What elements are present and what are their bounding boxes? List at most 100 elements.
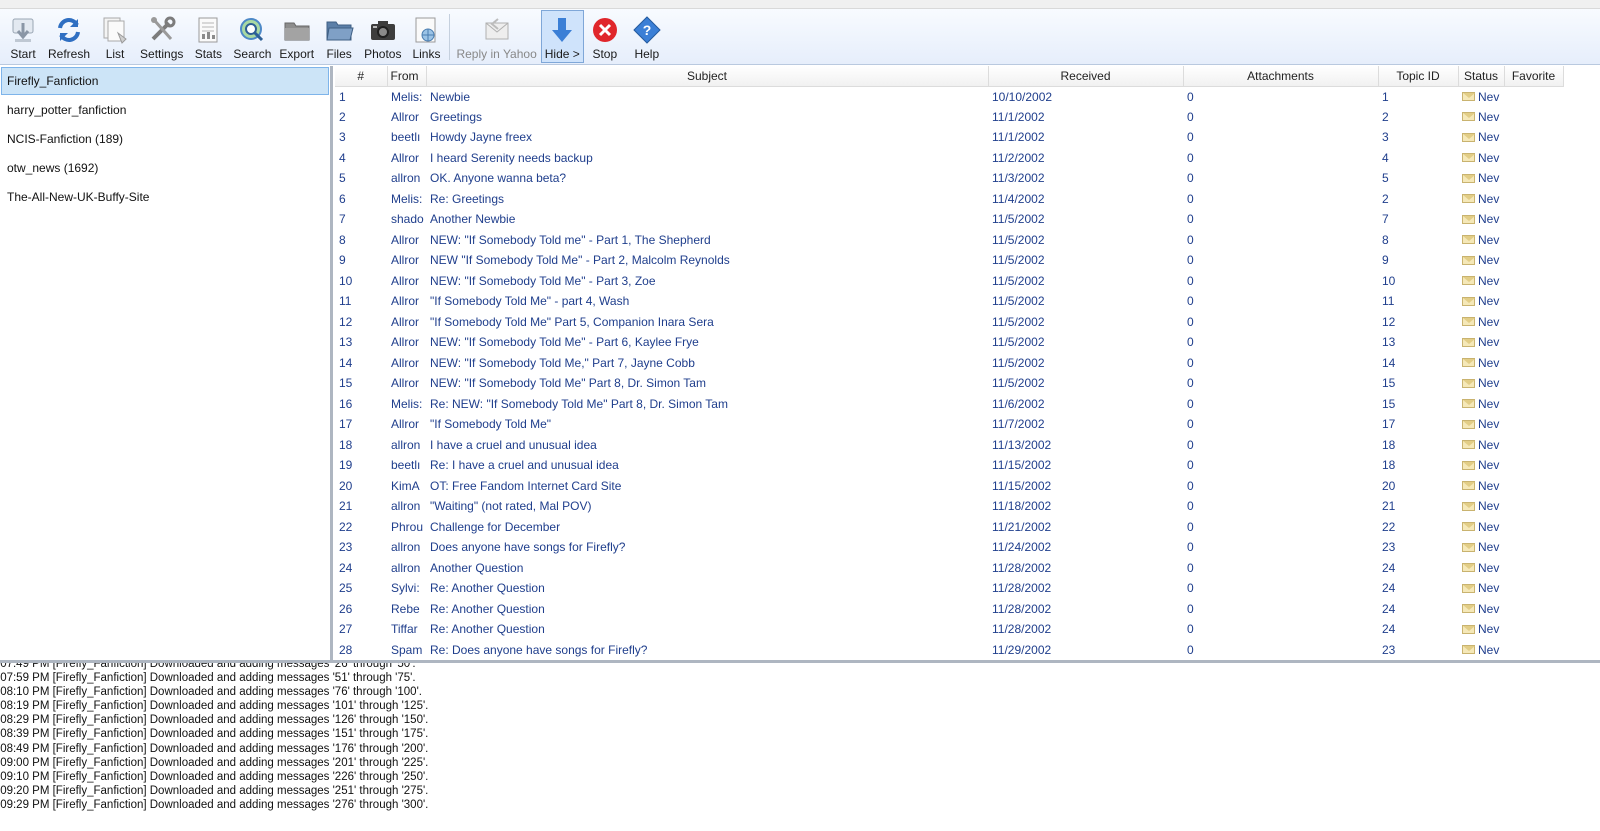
favorite-cell[interactable]: [1504, 291, 1563, 312]
table-row[interactable]: 26 Rebe Re: Another Question 11/28/2002 0 24 N…: [335, 599, 1563, 620]
column-header-from[interactable]: From: [387, 66, 427, 87]
table-row[interactable]: 18 allron I have a cruel and unusual idea 1…: [335, 435, 1563, 456]
status-text: Nev: [1478, 109, 1500, 124]
favorite-cell[interactable]: [1504, 578, 1563, 599]
help-button[interactable]: ? Help: [626, 10, 668, 63]
favorite-cell[interactable]: [1504, 455, 1563, 476]
stats-button[interactable]: Stats: [187, 10, 229, 63]
favorite-cell[interactable]: [1504, 332, 1563, 353]
table-row[interactable]: 11 Allror "If Somebody Told Me" - part 4, …: [335, 291, 1563, 312]
search-button[interactable]: Search: [229, 10, 275, 63]
table-row[interactable]: 25 Sylvi: Re: Another Question 11/28/2002 0 2…: [335, 578, 1563, 599]
search-icon: [235, 14, 269, 46]
favorite-cell[interactable]: [1504, 209, 1563, 230]
table-row[interactable]: 3 beetlı Howdy Jayne freex 11/1/2002 0 3 Nev: [335, 127, 1563, 148]
favorite-cell[interactable]: [1504, 414, 1563, 435]
favorite-cell[interactable]: [1504, 640, 1563, 661]
table-row[interactable]: 28 Spam Re: Does anyone have songs for Fir…: [335, 640, 1563, 661]
favorite-cell[interactable]: [1504, 373, 1563, 394]
group-item-uk-buffy-site[interactable]: The-All-New-UK-Buffy-Site: [1, 183, 329, 211]
status-text: Nev: [1478, 417, 1500, 432]
column-header-favorite[interactable]: Favorite: [1504, 66, 1564, 87]
favorite-cell[interactable]: [1504, 353, 1563, 374]
favorite-cell[interactable]: [1504, 86, 1563, 107]
received-cell: 11/4/2002: [992, 191, 1045, 206]
files-button[interactable]: Files: [318, 10, 360, 63]
list-button[interactable]: List: [94, 10, 136, 63]
start-button[interactable]: Start: [2, 10, 44, 63]
table-row[interactable]: 19 beetlı Re: I have a cruel and unusual i…: [335, 455, 1563, 476]
favorite-cell[interactable]: [1504, 230, 1563, 251]
table-row[interactable]: 15 Allror NEW: "If Somebody Told Me" Part …: [335, 373, 1563, 394]
favorite-cell[interactable]: [1504, 250, 1563, 271]
favorite-cell[interactable]: [1504, 619, 1563, 640]
status-cell: Nev: [1458, 353, 1504, 374]
column-header-status[interactable]: Status: [1458, 66, 1505, 87]
envelope-icon: [1462, 358, 1475, 368]
table-row[interactable]: 4 Allror I heard Serenity needs backup 11/2…: [335, 148, 1563, 169]
table-row[interactable]: 22 Phrou Challenge for December 11/21/2002 0…: [335, 517, 1563, 538]
table-row[interactable]: 6 Melis: Re: Greetings 11/4/2002 0 2 Nev: [335, 189, 1563, 210]
log-line: :09:00 PM [Firefly_Fanfiction] Downloade…: [0, 756, 429, 769]
column-header-received[interactable]: Received: [988, 66, 1184, 87]
settings-button[interactable]: Settings: [136, 10, 187, 63]
favorite-cell[interactable]: [1504, 107, 1563, 128]
table-row[interactable]: 13 Allror NEW: "If Somebody Told Me" - Par…: [335, 332, 1563, 353]
envelope-icon: [1462, 132, 1475, 142]
status-cell: Nev: [1458, 455, 1504, 476]
favorite-cell[interactable]: [1504, 599, 1563, 620]
group-item-harry-potter-fanfiction[interactable]: harry_potter_fanfiction: [1, 96, 329, 124]
favorite-cell[interactable]: [1504, 148, 1563, 169]
favorite-cell[interactable]: [1504, 517, 1563, 538]
column-header-attachments[interactable]: Attachments: [1183, 66, 1379, 87]
table-row[interactable]: 17 Allror "If Somebody Told Me" 11/7/2002 0 1…: [335, 414, 1563, 435]
table-row[interactable]: 9 Allror NEW "If Somebody Told Me" - Part …: [335, 250, 1563, 271]
photos-button[interactable]: Photos: [360, 10, 405, 63]
hide-button[interactable]: Hide >: [540, 10, 584, 63]
favorite-cell[interactable]: [1504, 271, 1563, 292]
table-row[interactable]: 2 Allror Greetings 11/1/2002 0 2 Nev: [335, 107, 1563, 128]
group-item-firefly-fanfiction[interactable]: Firefly_Fanfiction: [1, 67, 329, 95]
column-header-subject[interactable]: Subject: [426, 66, 989, 87]
table-row[interactable]: 16 Melis: Re: NEW: "If Somebody Told Me" P…: [335, 394, 1563, 415]
stop-button[interactable]: Stop: [584, 10, 626, 63]
favorite-cell[interactable]: [1504, 496, 1563, 517]
export-button[interactable]: Export: [275, 10, 318, 63]
favorite-cell[interactable]: [1504, 127, 1563, 148]
table-row[interactable]: 5 allron OK. Anyone wanna beta? 11/3/2002 0 5…: [335, 168, 1563, 189]
status-text: Nev: [1478, 519, 1500, 534]
table-row[interactable]: 14 Allror NEW: "If Somebody Told Me," Part…: [335, 353, 1563, 374]
favorite-cell[interactable]: [1504, 189, 1563, 210]
favorite-cell[interactable]: [1504, 476, 1563, 497]
table-row[interactable]: 27 Tiffar Re: Another Question 11/28/2002 0 2…: [335, 619, 1563, 640]
refresh-button[interactable]: Refresh: [44, 10, 94, 63]
favorite-cell[interactable]: [1504, 394, 1563, 415]
links-button[interactable]: Links: [405, 10, 447, 63]
table-row[interactable]: 21 allron "Waiting" (not rated, Mal POV) 11…: [335, 496, 1563, 517]
favorite-cell[interactable]: [1504, 168, 1563, 189]
favorite-cell[interactable]: [1504, 537, 1563, 558]
table-row[interactable]: 7 shado Another Newbie 11/5/2002 0 7 Nev: [335, 209, 1563, 230]
status-text: Nev: [1478, 130, 1500, 145]
favorite-cell[interactable]: [1504, 312, 1563, 333]
reply-in-yahoo-button[interactable]: Reply in Yahoo: [452, 10, 540, 63]
favorite-cell[interactable]: [1504, 558, 1563, 579]
toolbar: Start Refresh List Settings Stats Search: [0, 9, 1600, 65]
table-row[interactable]: 12 Allror "If Somebody Told Me" Part 5, Co…: [335, 312, 1563, 333]
table-row[interactable]: 10 Allror NEW: "If Somebody Told Me" - Par…: [335, 271, 1563, 292]
attachments-cell: 0: [1187, 150, 1194, 165]
group-item-ncis-fanfiction[interactable]: NCIS-Fanfiction (189): [1, 125, 329, 153]
table-row[interactable]: 20 KimA OT: Free Fandom Internet Card Site…: [335, 476, 1563, 497]
column-header-topic-id[interactable]: Topic ID: [1378, 66, 1459, 87]
table-row[interactable]: 8 Allror NEW: "If Somebody Told me" - Part…: [335, 230, 1563, 251]
status-wrap: Nev: [1462, 130, 1500, 144]
table-row[interactable]: 23 allron Does anyone have songs for Firef…: [335, 537, 1563, 558]
log-line: :08:19 PM [Firefly_Fanfiction] Downloade…: [0, 700, 429, 713]
status-wrap: Nev: [1462, 274, 1500, 288]
group-item-otw-news[interactable]: otw_news (1692): [1, 154, 329, 182]
favorite-cell[interactable]: [1504, 435, 1563, 456]
table-row[interactable]: 24 allron Another Question 11/28/2002 0 24 Nev: [335, 558, 1563, 579]
column-header-number[interactable]: #: [335, 66, 388, 87]
from-cell: shado: [391, 212, 424, 227]
table-row[interactable]: 1 Melis: Newbie 10/10/2002 0 1 Nev: [335, 86, 1563, 107]
